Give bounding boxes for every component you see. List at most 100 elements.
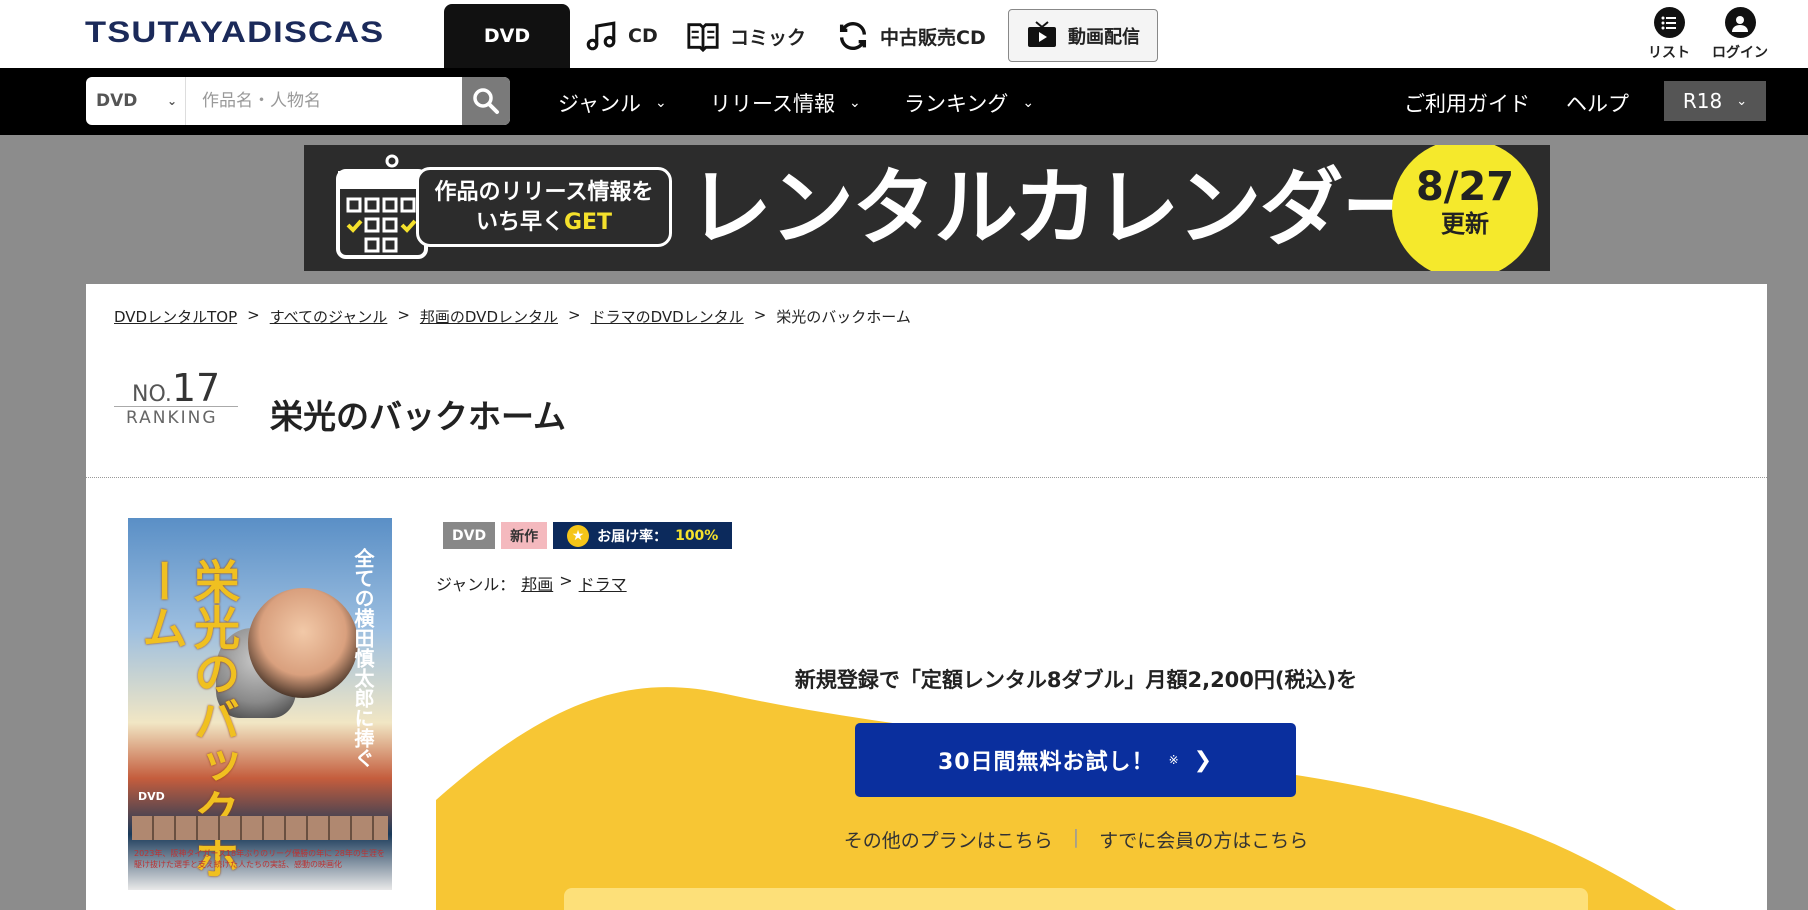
- promo-background: [436, 684, 1716, 910]
- genre-link-japanese[interactable]: 邦画: [521, 571, 553, 595]
- chevron-down-icon: ⌄: [166, 94, 177, 108]
- r18-label: R18: [1682, 89, 1723, 113]
- product-badges: DVD 新作 ★ お届け率： 100%: [443, 522, 733, 549]
- promo-shape: [436, 687, 1716, 910]
- search-bar: DVD ⌄: [86, 77, 510, 125]
- star-icon: ★: [567, 524, 590, 547]
- video-streaming-label: 動画配信: [1068, 26, 1140, 48]
- breadcrumb-japanese-films[interactable]: 邦画のDVDレンタル: [420, 306, 558, 327]
- chevron-right-icon: ❯: [1193, 747, 1214, 773]
- free-trial-label: 30日間無料お試し！: [937, 750, 1155, 775]
- ranking-label: RANKING: [126, 408, 218, 428]
- product-poster[interactable]: 栄光のバックホーム 全ての横田慎太郎に捧ぐ DVD 2023年、阪神タイガース1…: [128, 518, 392, 890]
- banner-headline: レンタルカレンダー: [688, 159, 1425, 257]
- poster-footer: 2023年、阪神タイガース18年ぶりのリーグ優勝の年に 28年の生涯を駆け抜けた…: [134, 849, 385, 869]
- breadcrumb-sep: >: [397, 306, 410, 324]
- login-label: ログイン: [1712, 45, 1768, 61]
- video-streaming-button[interactable]: 動画配信: [1008, 9, 1158, 62]
- genre-link-drama[interactable]: ドラマ: [579, 571, 627, 595]
- nav-ranking-label: ランキング: [904, 92, 1009, 116]
- genre-line: ジャンル： 邦画 > ドラマ: [436, 571, 627, 595]
- rental-calendar-banner[interactable]: 作品のリリース情報を いち早くGET レンタルカレンダー 8/27 更新: [304, 145, 1550, 271]
- promo-link-separator: |: [1072, 826, 1080, 848]
- chevron-down-icon: ⌄: [848, 95, 861, 111]
- ranking-number: NO.17: [132, 366, 220, 410]
- free-trial-button[interactable]: 30日間無料お試し！ ※ ❯: [855, 723, 1296, 797]
- page-title: 栄光のバックホーム: [270, 397, 567, 436]
- search-input[interactable]: [186, 77, 462, 125]
- banner-bubble-line2: いち早くGET: [419, 208, 669, 238]
- nav-guide-label: ご利用ガイド: [1404, 92, 1530, 116]
- chevron-down-icon: ⌄: [1022, 95, 1035, 111]
- top-header: TSUTAYADISCAS DVD CD コミック 中古販売CD 動画配信 リス…: [0, 0, 1808, 68]
- search-category-select[interactable]: DVD ⌄: [86, 77, 186, 125]
- breadcrumb-sep: >: [753, 306, 767, 324]
- list-button[interactable]: リスト: [1648, 7, 1690, 62]
- poster-figure-woman: [248, 588, 358, 698]
- breadcrumb-dvd-top[interactable]: DVDレンタルTOP: [114, 306, 237, 327]
- nav-genre[interactable]: ジャンル ⌄: [558, 88, 667, 118]
- site-logo[interactable]: TSUTAYADISCAS: [85, 16, 384, 50]
- breadcrumb-current: 栄光のバックホーム: [776, 308, 911, 326]
- search-category-value: DVD: [96, 91, 138, 111]
- format-badge: DVD: [443, 522, 496, 549]
- promo-inner-panel: [564, 888, 1588, 910]
- login-button[interactable]: ログイン: [1712, 7, 1768, 62]
- breadcrumb: DVDレンタルTOP > すべてのジャンル > 邦画のDVDレンタル > ドラマ…: [114, 306, 911, 327]
- search-icon: [473, 88, 499, 114]
- banner-bubble: 作品のリリース情報を いち早くGET: [416, 167, 672, 247]
- poster-subtitle: 全ての横田慎太郎に捧ぐ: [351, 548, 375, 768]
- nav-help[interactable]: ヘルプ: [1566, 88, 1629, 118]
- nav-release[interactable]: リリース情報 ⌄: [710, 88, 861, 118]
- ranking-prefix: NO.: [132, 382, 172, 407]
- nav-release-label: リリース情報: [710, 92, 835, 116]
- promo-text: 新規登録で「定額レンタル8ダブル」月額2,200円(税込)を: [794, 668, 1358, 692]
- tab-dvd-label: DVD: [483, 25, 531, 47]
- tv-play-icon: [1028, 20, 1056, 47]
- banner-bubble-line1: 作品のリリース情報を: [434, 180, 654, 205]
- other-plans-link[interactable]: その他のプランはこちら: [844, 826, 1053, 853]
- member-login-link[interactable]: すでに会員の方はこちら: [1099, 826, 1308, 853]
- list-label: リスト: [1648, 45, 1690, 61]
- nav-genre-label: ジャンル: [558, 92, 641, 116]
- r18-button[interactable]: R18 ⌄: [1664, 81, 1766, 121]
- banner-update: 更新: [1441, 210, 1489, 238]
- free-trial-note: ※: [1168, 753, 1180, 767]
- refresh-icon: [839, 22, 867, 50]
- delivery-rate-value: 100%: [675, 527, 719, 544]
- tab-cd-label: CD: [628, 25, 658, 47]
- tab-cd[interactable]: CD: [584, 4, 658, 68]
- book-icon: [687, 23, 719, 53]
- breadcrumb-drama[interactable]: ドラマのDVDレンタル: [591, 306, 744, 327]
- banner-bubble-get: GET: [563, 210, 613, 235]
- genre-label: ジャンル：: [436, 575, 516, 594]
- ranking-badge: NO.17 RANKING: [114, 366, 238, 428]
- tab-used-cd[interactable]: 中古販売CD: [836, 4, 986, 68]
- breadcrumb-all-genres[interactable]: すべてのジャンル: [270, 306, 388, 327]
- user-icon: [1724, 7, 1756, 38]
- promo-links: その他のプランはこちら | すでに会員の方はこちら: [436, 826, 1716, 853]
- new-release-badge: 新作: [501, 522, 548, 549]
- nav-guide[interactable]: ご利用ガイド: [1404, 88, 1530, 118]
- genre-sep: >: [559, 571, 573, 590]
- tab-comic-label: コミック: [730, 26, 807, 49]
- tab-used-cd-label: 中古販売CD: [880, 26, 986, 49]
- nav-ranking[interactable]: ランキング ⌄: [904, 88, 1034, 118]
- chevron-down-icon: ⌄: [1736, 93, 1748, 109]
- nav-bar: DVD ⌄ ジャンル ⌄ リリース情報 ⌄ ランキング ⌄ ご利用ガイド ヘルプ R1…: [0, 68, 1808, 135]
- nav-help-label: ヘルプ: [1566, 92, 1629, 116]
- ranking-divider: [114, 406, 238, 407]
- breadcrumb-sep: >: [247, 306, 260, 324]
- banner-date: 8/27: [1415, 164, 1515, 210]
- search-button[interactable]: [462, 77, 510, 125]
- tab-dvd[interactable]: DVD: [444, 4, 570, 68]
- chevron-down-icon: ⌄: [654, 95, 667, 111]
- banner-bubble-line2a: いち早く: [475, 210, 564, 235]
- tab-comic[interactable]: コミック: [686, 4, 806, 68]
- delivery-rate-label: お届け率：: [597, 528, 668, 545]
- banner-date-badge: 8/27 更新: [1392, 145, 1538, 271]
- poster-dvd-mark: DVD: [138, 790, 165, 803]
- list-icon: [1653, 7, 1685, 38]
- ranking-value: 17: [171, 366, 221, 410]
- title-divider: [86, 477, 1767, 478]
